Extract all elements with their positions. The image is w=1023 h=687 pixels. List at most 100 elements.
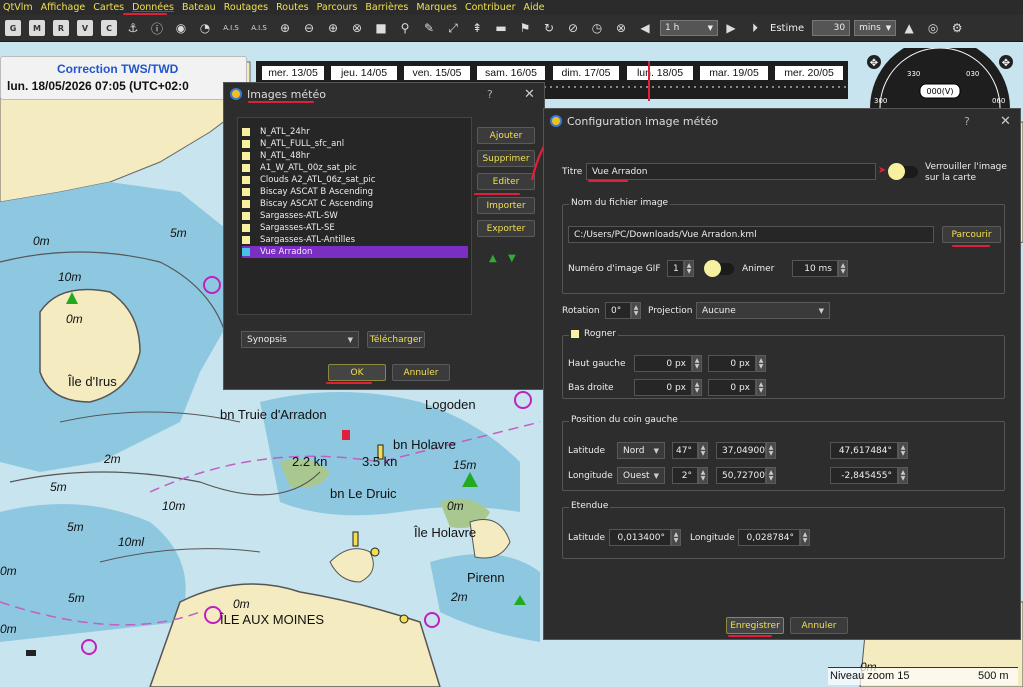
replay-icon[interactable]: ↻ [540,19,558,37]
lat-hemisphere-select[interactable]: Nord ▼ [617,442,665,459]
list-item[interactable]: N_ATL_FULL_sfc_anl [242,138,468,150]
anim-delay-input[interactable]: 10 ms [792,260,838,277]
spin[interactable]: ▲ ▼ [698,442,708,459]
compass-icon[interactable]: ◉ [172,19,190,37]
spin[interactable]: ▲ ▼ [756,379,766,396]
step-combo[interactable]: 1 h ▼ [660,20,718,36]
list-item[interactable]: A1_W_ATL_00z_sat_pic [242,162,468,174]
menu-routages[interactable]: Routages [224,2,268,13]
spin[interactable]: ▲ ▼ [671,529,681,546]
list-item[interactable]: Sargasses-ATL-SW [242,210,468,222]
checkbox[interactable] [242,248,250,256]
spin[interactable]: ▲ ▼ [766,467,776,484]
play-icon[interactable]: ⏵ [746,19,764,37]
list-item[interactable]: N_ATL_48hr [242,150,468,162]
ok-button[interactable]: OK [328,364,386,381]
list-item-selected[interactable]: Vue Arradon [242,246,468,258]
download-button[interactable]: Télécharger [367,331,425,348]
lon-deg-input[interactable]: 2° [672,467,698,484]
estime-unit[interactable]: mins ▼ [854,20,897,36]
rotation-spin[interactable]: ▲ ▼ [631,302,641,319]
add-button[interactable]: Ajouter [477,127,535,144]
ais-icon[interactable]: A.I.S [220,19,242,37]
date-tab[interactable]: dim. 17/05 [553,66,619,80]
spin[interactable]: ▲ ▼ [698,467,708,484]
spin[interactable]: ▲ ▼ [800,529,810,546]
projection-select[interactable]: Aucune ▼ [696,302,830,319]
cancel-icon[interactable]: ⊗ [612,19,630,37]
menu-donnees[interactable]: Données [132,2,174,13]
info-icon[interactable]: ⓘ [148,19,166,37]
crop-top-left-y[interactable]: 0 px [708,355,756,372]
speed-icon[interactable]: ◔ [196,19,214,37]
dialog-titlebar[interactable]: Configuration image météo ? ✕ [544,109,1020,133]
next-icon[interactable]: ▶ [722,19,740,37]
zoom-area-icon[interactable]: ⊕ [324,19,342,37]
checkbox[interactable] [242,200,250,208]
crop-bottom-right-y[interactable]: 0 px [708,379,756,396]
list-item[interactable]: Sargasses-ATL-Antilles [242,234,468,246]
help-icon[interactable]: ? [487,88,493,101]
menu-parcours[interactable]: Parcours [317,2,358,13]
file-path-input[interactable]: C:/Users/PC/Downloads/Vue Arradon.kml [568,226,934,243]
close-icon[interactable]: ✕ [1000,114,1011,129]
checkbox[interactable] [242,140,250,148]
zoom-in-icon[interactable]: ⊕ [276,19,294,37]
menu-qtvlm[interactable]: QtVlm [3,2,33,13]
list-item[interactable]: Clouds A2_ATL_06z_sat_pic [242,174,468,186]
spin[interactable]: ▲ ▼ [766,442,776,459]
lat-min-input[interactable]: 37,04900' [716,442,767,459]
search-icon[interactable]: ⚲ [396,19,414,37]
ext-lon-input[interactable]: 0,028784° [738,529,800,546]
vlm-icon[interactable]: V [76,19,94,37]
barrier-icon[interactable]: ⤢ [444,19,462,37]
checkbox[interactable] [242,236,250,244]
grib-icon[interactable]: G [4,19,22,37]
spin[interactable]: ▲ ▼ [692,355,702,372]
menu-cartes[interactable]: Cartes [93,2,124,13]
settings-icon[interactable]: ⚙ [948,19,966,37]
animate-toggle[interactable] [704,260,734,277]
anim-spin[interactable]: ▲ ▼ [838,260,848,277]
spin[interactable]: ▲ ▼ [756,355,766,372]
anchor-icon[interactable]: ⚓ [124,19,142,37]
delete-button[interactable]: Supprimer [477,150,535,167]
checkbox[interactable] [242,212,250,220]
pin-icon[interactable]: ⇞ [468,19,486,37]
browse-button[interactable]: Parcourir [942,226,1001,243]
menu-affichage[interactable]: Affichage [41,2,86,13]
edit-button[interactable]: Editer [477,173,535,190]
list-item[interactable]: Sargasses-ATL-SE [242,222,468,234]
map-icon[interactable]: M [28,19,46,37]
checkbox[interactable] [242,188,250,196]
date-tab[interactable]: jeu. 14/05 [331,66,397,80]
menu-aide[interactable]: Aide [523,2,544,13]
rotation-input[interactable]: 0° [605,302,631,319]
list-item[interactable]: Biscay ASCAT C Ascending [242,198,468,210]
cancel-button[interactable]: Annuler [790,617,848,634]
date-tab-current[interactable]: lun. 18/05 [627,66,693,80]
checkbox[interactable] [242,164,250,172]
lat-dec-input[interactable]: 47,617484° [830,442,898,459]
export-button[interactable]: Exporter [477,220,535,237]
boat-icon[interactable]: ▲ [900,19,918,37]
estime-value[interactable]: 30 [812,20,851,36]
pencil-icon[interactable]: ✎ [420,19,438,37]
category-select[interactable]: Synopsis ▼ [241,331,359,348]
zoom-out-icon[interactable]: ⊖ [300,19,318,37]
crop-checkbox[interactable] [571,330,579,338]
route-icon[interactable]: R [52,19,70,37]
target-icon[interactable]: ◎ [924,19,942,37]
list-item[interactable]: N_ATL_24hr [242,126,468,138]
import-button[interactable]: Importer [477,197,535,214]
date-tab[interactable]: mer. 13/05 [262,66,324,80]
compass-rose[interactable]: ✥ ✥ 330 030 300 060 000(V) [860,48,1020,108]
checkbox[interactable] [242,224,250,232]
lon-min-input[interactable]: 50,72700' [716,467,767,484]
ban-icon[interactable]: ⊘ [564,19,582,37]
folder-icon[interactable]: ▬ [492,19,510,37]
spin[interactable]: ▲ ▼ [898,467,908,484]
timeline-cursor[interactable] [648,61,650,101]
zoom-fit-icon[interactable]: ⊗ [348,19,366,37]
spin[interactable]: ▲ ▼ [692,379,702,396]
